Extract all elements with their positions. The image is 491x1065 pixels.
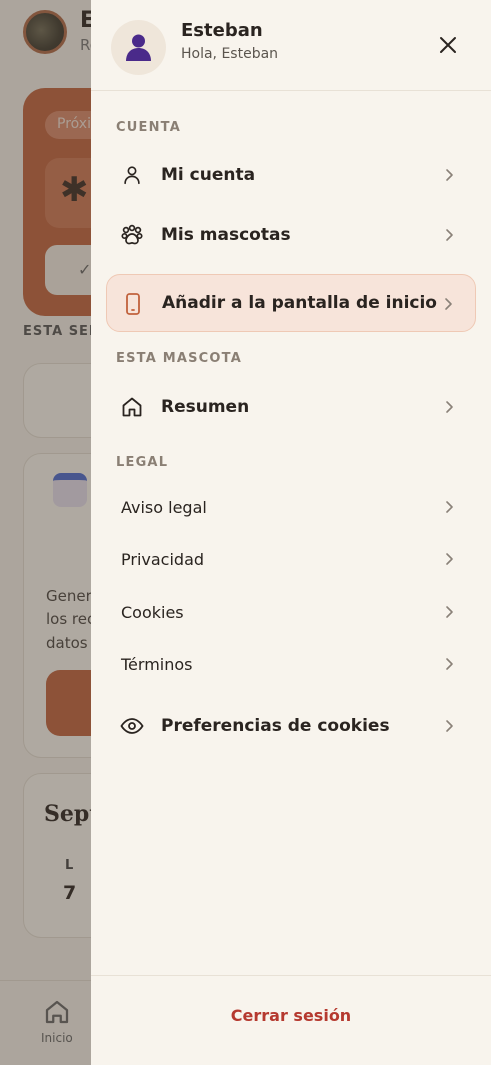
chevron-right-icon: [446, 401, 453, 413]
chevron-right-icon: [446, 229, 453, 241]
menu-item-label: Aviso legal: [121, 497, 207, 517]
side-drawer: Esteban Hola, Esteban CUENTA Mi cuenta M…: [91, 0, 491, 1065]
menu-item-label: Resumen: [161, 397, 250, 417]
user-avatar: [111, 20, 166, 75]
menu-item-add-to-home-screen[interactable]: Añadir a la pantalla de inicio: [106, 274, 476, 332]
section-label-legal: LEGAL: [116, 455, 169, 470]
menu-item-label: Añadir a la pantalla de inicio: [162, 293, 437, 313]
chevron-right-icon: [446, 606, 453, 618]
menu-item-terminos[interactable]: Términos: [106, 642, 476, 686]
logout-button[interactable]: Cerrar sesión: [91, 1006, 491, 1025]
menu-item-label: Mi cuenta: [161, 165, 256, 185]
chevron-right-icon: [446, 169, 453, 181]
section-label-cuenta: CUENTA: [116, 120, 181, 135]
chevron-right-icon: [446, 720, 453, 732]
user-name: Esteban: [181, 20, 263, 41]
menu-item-mis-mascotas[interactable]: Mis mascotas: [106, 209, 476, 261]
drawer-footer: Cerrar sesión: [91, 975, 491, 1065]
chevron-right-icon: [445, 298, 452, 310]
eye-icon: [120, 714, 144, 738]
user-avatar-icon: [126, 34, 151, 61]
chevron-right-icon: [446, 501, 453, 513]
menu-item-resumen[interactable]: Resumen: [106, 381, 476, 433]
menu-item-label: Términos: [121, 654, 193, 674]
section-label-mascota: ESTA MASCOTA: [116, 351, 242, 366]
menu-item-label: Privacidad: [121, 549, 205, 569]
menu-item-privacidad[interactable]: Privacidad: [106, 537, 476, 581]
phone-icon: [121, 292, 145, 316]
menu-item-mi-cuenta[interactable]: Mi cuenta: [106, 149, 476, 201]
menu-item-cookie-preferences[interactable]: Preferencias de cookies: [106, 700, 476, 752]
menu-item-label: Cookies: [121, 602, 184, 622]
menu-item-cookies[interactable]: Cookies: [106, 590, 476, 634]
close-drawer-button[interactable]: [431, 28, 465, 62]
chevron-right-icon: [446, 553, 453, 565]
menu-item-label: Mis mascotas: [161, 225, 291, 245]
close-icon: [440, 37, 456, 53]
user-greeting: Hola, Esteban: [181, 46, 279, 62]
menu-item-label: Preferencias de cookies: [161, 716, 390, 736]
chevron-right-icon: [446, 658, 453, 670]
paw-icon: [120, 223, 144, 247]
home-icon: [120, 395, 144, 419]
drawer-header: Esteban Hola, Esteban: [91, 0, 491, 91]
menu-item-aviso-legal[interactable]: Aviso legal: [106, 485, 476, 529]
person-icon: [120, 163, 144, 187]
